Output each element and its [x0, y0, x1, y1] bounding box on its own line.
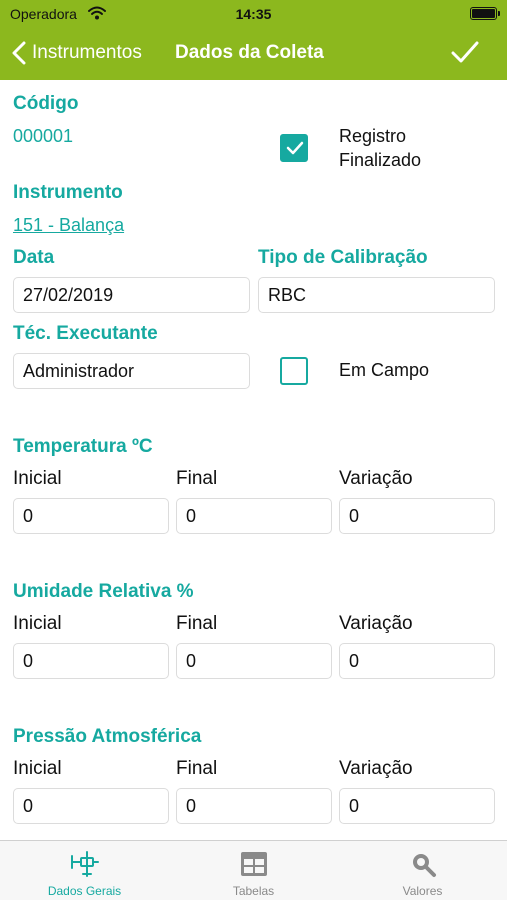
data-label: Data — [13, 247, 55, 268]
caliper-icon — [71, 851, 99, 877]
temperatura-final-field[interactable] — [176, 498, 332, 534]
tipo-calibracao-field[interactable] — [258, 277, 495, 313]
navigation-bar: Instrumentos Dados da Coleta — [0, 28, 507, 80]
tab-label: Dados Gerais — [47, 884, 122, 898]
data-field[interactable] — [13, 277, 250, 313]
umidade-variacao-label: Variação — [339, 613, 413, 634]
temperatura-title: Temperatura ºC — [13, 436, 153, 457]
tecnico-executante-field[interactable] — [13, 353, 250, 389]
umidade-inicial-label: Inicial — [13, 613, 62, 634]
tab-valores[interactable]: Valores — [338, 841, 507, 900]
temperatura-variacao-label: Variação — [339, 468, 413, 489]
registro-finalizado-checkbox[interactable] — [280, 134, 308, 162]
back-button[interactable]: Instrumentos — [12, 38, 142, 68]
temperatura-inicial-field[interactable] — [13, 498, 169, 534]
clock: 14:35 — [235, 6, 272, 22]
checkmark-icon — [286, 141, 304, 155]
umidade-inicial-field[interactable] — [13, 643, 169, 679]
tab-dados-gerais[interactable]: Dados Gerais — [0, 841, 169, 900]
tab-label: Valores — [402, 884, 443, 898]
pressao-variacao-field[interactable] — [339, 788, 495, 824]
umidade-title: Umidade Relativa % — [13, 581, 194, 602]
pressao-inicial-label: Inicial — [13, 758, 62, 779]
status-bar: Operadora 14:35 — [0, 0, 507, 28]
em-campo-checkbox[interactable] — [280, 357, 308, 385]
back-button-label: Instrumentos — [32, 42, 142, 63]
temperatura-final-label: Final — [176, 468, 218, 489]
codigo-value: 000001 — [13, 126, 74, 146]
pressao-final-field[interactable] — [176, 788, 332, 824]
umidade-final-label: Final — [176, 613, 218, 634]
pressao-final-label: Final — [176, 758, 218, 779]
confirm-button[interactable] — [451, 40, 479, 69]
page-title: Dados da Coleta — [175, 42, 324, 63]
umidade-variacao-field[interactable] — [339, 643, 495, 679]
registro-label-line1: Registro — [339, 126, 407, 146]
registro-label-line2: Finalizado — [339, 150, 422, 170]
codigo-label: Código — [13, 93, 79, 114]
tab-tabelas[interactable]: Tabelas — [169, 841, 338, 900]
table-icon — [241, 852, 267, 876]
chevron-left-icon — [12, 41, 26, 65]
pressao-variacao-label: Variação — [339, 758, 413, 779]
tab-bar: Dados Gerais Tabelas Valores — [0, 840, 507, 900]
em-campo-label: Em Campo — [339, 360, 430, 380]
checkmark-icon — [451, 41, 479, 63]
instrumento-link[interactable]: 151 - Balança — [13, 215, 124, 236]
tab-label: Tabelas — [232, 884, 275, 898]
tipo-calibracao-label: Tipo de Calibração — [258, 247, 428, 268]
temperatura-inicial-label: Inicial — [13, 468, 62, 489]
umidade-final-field[interactable] — [176, 643, 332, 679]
search-icon — [413, 854, 436, 877]
tecnico-executante-label: Téc. Executante — [13, 323, 158, 344]
temperatura-variacao-field[interactable] — [339, 498, 495, 534]
pressao-title: Pressão Atmosférica — [13, 726, 202, 747]
pressao-inicial-field[interactable] — [13, 788, 169, 824]
instrumento-label: Instrumento — [13, 182, 123, 203]
battery-icon — [470, 7, 500, 20]
